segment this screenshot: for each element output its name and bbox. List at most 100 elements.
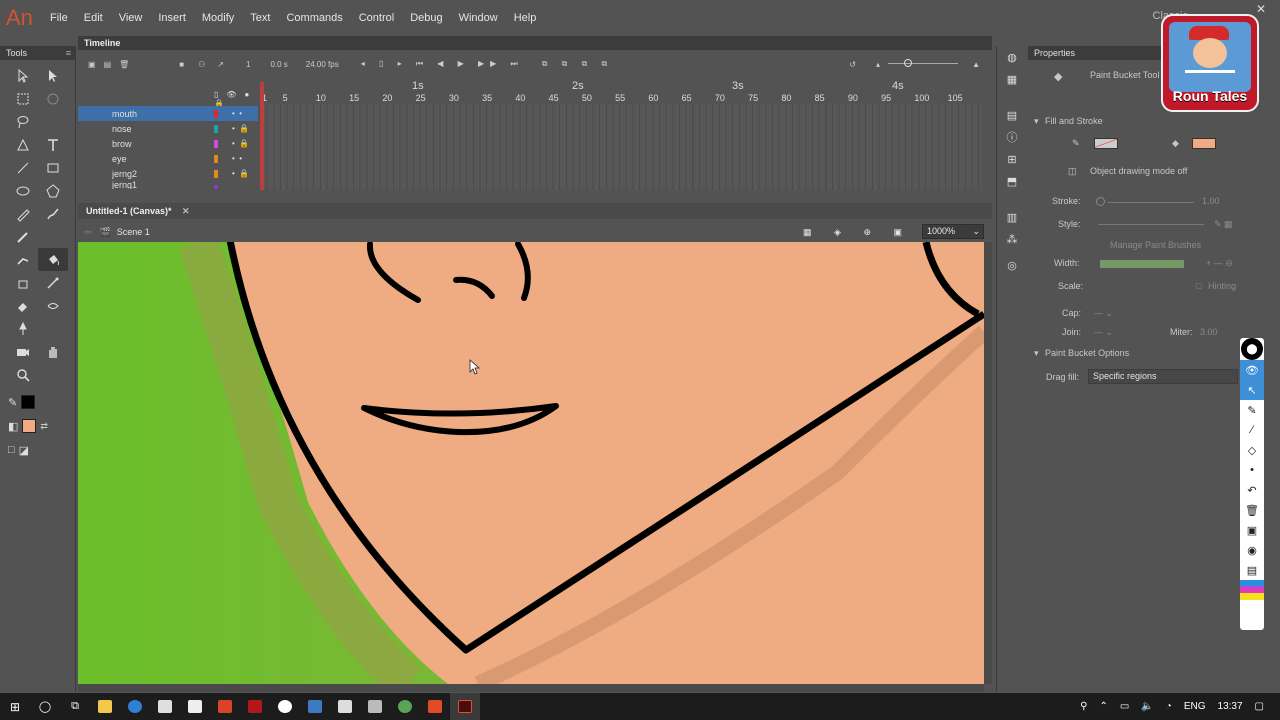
eye-icon[interactable]: 👁 [1240, 360, 1264, 380]
line-tool[interactable] [8, 156, 38, 179]
object-drawing-icon[interactable]: □ [8, 444, 15, 456]
language-indicator[interactable]: ENG [1184, 701, 1206, 712]
frame-grid[interactable] [260, 104, 982, 190]
subselection-tool[interactable] [38, 64, 68, 87]
zoom-out-icon[interactable]: ▴ [876, 60, 880, 69]
components-icon[interactable]: ⁂ [997, 228, 1027, 250]
layer-visibility-icon[interactable]: • • [232, 109, 242, 118]
cc-libraries-icon[interactable]: ◎ [997, 254, 1027, 276]
stroke-value[interactable]: 1.00 [1202, 196, 1220, 206]
pointer-icon[interactable]: ↖ [1240, 380, 1264, 400]
camera-tool[interactable] [8, 340, 38, 363]
paint-bucket-tool[interactable] [38, 248, 68, 271]
app-icon-5[interactable] [390, 693, 420, 720]
info-icon[interactable]: ⓘ [997, 126, 1027, 148]
document-tab[interactable]: Untitled-1 (Canvas)* ✕ [78, 203, 992, 219]
current-frame[interactable]: 1 [246, 60, 250, 69]
start-icon[interactable]: ⊞ [0, 693, 30, 720]
style-dropdown[interactable] [1098, 224, 1204, 225]
onion-skin-icons[interactable]: ⧉ ⧉ ⧉ ⧉ [542, 59, 614, 69]
menu-insert[interactable]: Insert [150, 0, 194, 36]
layer-lock-icon[interactable]: • 🔒 [232, 169, 249, 178]
highlighter-icon[interactable]: ✎ [1240, 400, 1264, 420]
color-palette-icon[interactable] [1240, 580, 1264, 600]
people-icon[interactable]: ⚲ [1080, 701, 1087, 712]
lasso-tool[interactable] [8, 110, 38, 133]
photos-icon[interactable] [360, 693, 390, 720]
new-folder-icon[interactable]: ▤ [104, 60, 112, 69]
layer-row[interactable]: nose • 🔒 [78, 121, 258, 136]
pen-tool[interactable] [8, 133, 38, 156]
parenting-icon[interactable]: ⚇ [198, 60, 205, 69]
app-icon-2[interactable] [240, 693, 270, 720]
width-edit-icons[interactable]: + — ⊖ [1206, 258, 1233, 269]
current-time[interactable]: 0.0 s [270, 60, 287, 69]
width-profile[interactable] [1100, 260, 1184, 268]
layer-lock-icon[interactable]: • 🔒 [232, 124, 249, 133]
fill-stroke-section[interactable]: ▾ Fill and Stroke [1028, 116, 1242, 127]
frame-rate[interactable]: 24.00 fps [306, 60, 339, 69]
bone-tool[interactable] [8, 248, 38, 271]
scene-label[interactable]: Scene 1 [117, 227, 150, 237]
clipboard-icon[interactable]: ▤ [1240, 560, 1264, 580]
menu-edit[interactable]: Edit [76, 0, 111, 36]
new-layer-icon[interactable]: ▣ [88, 60, 96, 69]
hinting-checkbox[interactable]: □ [1196, 281, 1201, 291]
menu-debug[interactable]: Debug [402, 0, 450, 36]
eraser-icon[interactable]: ◇ [1240, 440, 1264, 460]
zoom-in-icon[interactable]: ▲ [972, 60, 980, 69]
free-transform-tool[interactable] [8, 87, 38, 110]
menu-window[interactable]: Window [451, 0, 506, 36]
trash-icon[interactable]: 🗑 [1240, 500, 1264, 520]
object-drawing-icon[interactable]: ◫ [1068, 166, 1077, 177]
menu-text[interactable]: Text [242, 0, 278, 36]
character-drawing[interactable] [78, 242, 984, 684]
3d-rotation-tool[interactable] [38, 87, 68, 110]
app-icon-1[interactable] [210, 693, 240, 720]
menu-commands[interactable]: Commands [278, 0, 350, 36]
slider-knob[interactable] [904, 59, 912, 67]
align-icon[interactable]: ▤ [997, 104, 1027, 126]
layer-lock-icon[interactable]: • 🔒 [232, 139, 249, 148]
width-tool[interactable] [38, 294, 68, 317]
tray-chevron-icon[interactable]: ⌃ [1100, 701, 1108, 712]
canvas-vertical-scrollbar[interactable] [984, 242, 992, 684]
stage-tool-icons[interactable]: ▦ ◈ ⊕ ▣ [803, 227, 912, 238]
volume-icon[interactable]: 🔈 [1141, 701, 1153, 712]
layer-row[interactable]: mouth • • [78, 106, 258, 121]
stroke-slider-track[interactable] [1108, 202, 1194, 203]
drag-fill-dropdown[interactable]: Specific regions [1088, 369, 1238, 384]
canvas-horizontal-scrollbar[interactable] [78, 684, 984, 692]
manage-brushes-button[interactable]: Manage Paint Brushes [1110, 240, 1201, 250]
app-icon-4[interactable] [330, 693, 360, 720]
edge-icon[interactable] [120, 693, 150, 720]
menu-view[interactable]: View [111, 0, 151, 36]
color-icon[interactable]: ◍ [997, 46, 1027, 68]
mail-icon[interactable] [180, 693, 210, 720]
frame-size-slider[interactable] [888, 63, 958, 64]
wifi-icon[interactable]: ◔ [1166, 701, 1172, 712]
stage-canvas[interactable] [78, 242, 984, 684]
pin-tool[interactable] [8, 317, 38, 340]
app-icon-3[interactable] [300, 693, 330, 720]
rectangle-tool[interactable] [38, 156, 68, 179]
animate-taskbar-icon[interactable] [450, 693, 480, 720]
store-icon[interactable] [150, 693, 180, 720]
layer-visibility-icon[interactable]: • • [232, 154, 242, 163]
stroke-swatch[interactable] [1094, 138, 1118, 149]
menu-modify[interactable]: Modify [194, 0, 242, 36]
brush-tool[interactable] [8, 225, 38, 248]
cap-dropdown[interactable]: — ⌄ [1094, 308, 1113, 319]
layer-row[interactable]: jerng1 [78, 181, 258, 189]
oval-tool[interactable] [8, 179, 38, 202]
camera-icon[interactable]: ◉ [1240, 540, 1264, 560]
library-icon[interactable]: ▥ [997, 206, 1027, 228]
task-view-icon[interactable]: ⧉ [60, 693, 90, 720]
assets-icon[interactable]: ⬒ [997, 170, 1027, 192]
window-close-button[interactable]: ✕ [1256, 0, 1266, 18]
fill-swatch[interactable] [1192, 138, 1216, 149]
layer-row[interactable]: eye • • [78, 151, 258, 166]
maps-icon[interactable] [270, 693, 300, 720]
playhead[interactable] [260, 82, 264, 190]
document-close-icon[interactable]: ✕ [182, 206, 190, 216]
